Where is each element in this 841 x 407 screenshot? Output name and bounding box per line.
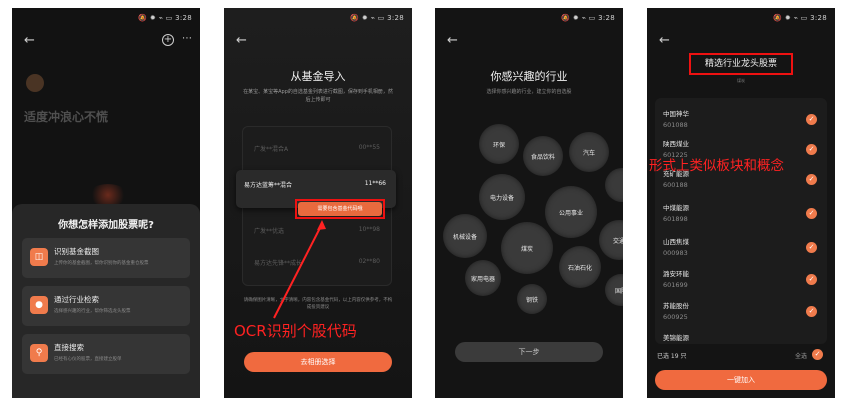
screen-add-stock: 🔕 ✹ ⌁ ▭ 3:28 ← + ⋯ 适度冲浪心不慌 你想怎样添加股票呢? ◫ … <box>12 8 200 398</box>
stock-list: 中国神华 601088 ✓ 陕西煤业 601225 ✓ 充矿能源 600188 … <box>655 98 827 344</box>
list-item[interactable]: 中煤能源 601898 ✓ <box>663 202 823 228</box>
select-all-check-icon[interactable]: ✓ <box>812 349 823 360</box>
back-arrow-icon[interactable]: ← <box>659 34 670 47</box>
page-title: 精选行业龙头股票 <box>689 53 793 75</box>
next-step-button[interactable]: 下一步 <box>455 342 603 362</box>
stock-name: 中煤能源 <box>663 204 689 212</box>
motto-text: 适度冲浪心不慌 <box>24 110 109 124</box>
option-desc: 已经有心仪的股票，直接建立股单 <box>54 357 122 362</box>
industry-bubble[interactable]: 家用电器 <box>465 260 501 296</box>
stock-code: 601898 <box>663 215 688 223</box>
sheet-title: 你想怎样添加股票呢? <box>58 220 154 231</box>
option-title: 识别基金截图 <box>54 247 99 256</box>
industry-bubble[interactable]: 公用事业 <box>545 186 597 238</box>
option-desc: 选择感兴趣的行业，帮你筛选龙头股票 <box>54 309 131 314</box>
list-item[interactable]: 中国神华 601088 ✓ <box>663 108 823 134</box>
page-subtitle: 选择你感兴趣的行业，建立你的自选股 <box>486 89 572 95</box>
option-fund-screenshot[interactable]: ◫ 识别基金截图 上传你的基金截图，帮你识别你的基金重仓股票 <box>22 238 190 278</box>
status-bar: 🔕 ✹ ⌁ ▭ 3:28 <box>773 14 827 22</box>
screen-industry-select: 🔕 ✹ ⌁ ▭ 3:28 ← 你感兴趣的行业 选择你感兴趣的行业，建立你的自选股… <box>435 8 623 398</box>
stock-code: 600188 <box>663 181 688 189</box>
choose-from-album-button[interactable]: 去相册选择 <box>244 352 392 372</box>
annotation-sector-label: 形式上类似板块和概念 <box>649 158 784 174</box>
list-item[interactable]: 山西焦煤 000983 ✓ <box>663 236 823 262</box>
check-icon[interactable]: ✓ <box>806 306 817 317</box>
industry-bubble-partial[interactable] <box>605 168 623 202</box>
back-arrow-icon[interactable]: ← <box>24 34 35 47</box>
industry-bubble[interactable]: 石油石化 <box>559 246 601 288</box>
select-all-label: 全选 <box>794 353 807 360</box>
list-item[interactable]: 苏能股份 600925 ✓ <box>663 300 823 326</box>
industry-bubble[interactable]: 国防 <box>605 274 623 306</box>
add-circle-icon[interactable]: + <box>162 34 174 46</box>
industry-bubble[interactable]: 交通 <box>599 220 623 260</box>
status-bar: 🔕 ✹ ⌁ ▭ 3:28 <box>561 14 615 22</box>
industry-icon: ● <box>30 296 48 314</box>
industry-bubble[interactable]: 机械设备 <box>443 214 487 258</box>
industry-bubble[interactable]: 煤炭 <box>501 222 553 274</box>
industry-bubble[interactable]: 食品饮料 <box>523 136 563 176</box>
industry-bubble[interactable]: 钢铁 <box>517 284 547 314</box>
check-icon[interactable]: ✓ <box>806 208 817 219</box>
option-desc: 上传你的基金截图，帮你识别你的基金重仓股票 <box>54 261 149 266</box>
annotation-ocr-label: OCR识别个股代码 <box>234 322 357 340</box>
stock-code: 601699 <box>663 281 688 289</box>
search-icon: ⚲ <box>30 344 48 362</box>
stock-name: 陕西煤业 <box>663 140 689 148</box>
industry-caption: 煤炭 <box>737 78 745 83</box>
status-bar: 🔕 ✹ ⌁ ▭ 3:28 <box>138 14 192 22</box>
stock-name: 山西焦煤 <box>663 238 689 246</box>
check-icon[interactable]: ✓ <box>806 144 817 155</box>
selection-footer: 已选 19 只 全选 ✓ <box>655 348 827 362</box>
stock-name: 中国神华 <box>663 110 689 118</box>
check-icon[interactable]: ✓ <box>806 274 817 285</box>
stock-name: 苏能股份 <box>663 302 689 310</box>
list-item[interactable]: 潞安环能 601699 ✓ <box>663 268 823 294</box>
stock-code: 601088 <box>663 121 688 129</box>
stock-code: 000983 <box>663 249 688 257</box>
check-icon[interactable]: ✓ <box>806 174 817 185</box>
selected-count: 已选 19 只 <box>657 353 687 360</box>
stock-name: 潞安环能 <box>663 270 689 278</box>
stock-name: 美锦能源 <box>663 334 689 342</box>
option-title: 通过行业检索 <box>54 295 99 304</box>
stock-code: 600925 <box>663 313 688 321</box>
back-arrow-icon[interactable]: ← <box>447 34 458 47</box>
fund-screenshot-icon: ◫ <box>30 248 48 266</box>
option-direct-search[interactable]: ⚲ 直接搜索 已经有心仪的股票，直接建立股单 <box>22 334 190 374</box>
page-title: 你感兴趣的行业 <box>490 70 568 83</box>
industry-bubble[interactable]: 电力设备 <box>479 174 525 220</box>
add-all-button[interactable]: 一键加入 <box>655 370 827 390</box>
check-icon[interactable]: ✓ <box>806 242 817 253</box>
option-industry-search[interactable]: ● 通过行业检索 选择感兴趣的行业，帮你筛选龙头股票 <box>22 286 190 326</box>
screen-top-stocks: 🔕 ✹ ⌁ ▭ 3:28 ← 精选行业龙头股票 煤炭 中国神华 601088 ✓… <box>647 8 835 398</box>
logo-icon <box>26 74 44 92</box>
industry-bubble[interactable]: 环保 <box>479 124 519 164</box>
industry-bubble[interactable]: 汽车 <box>569 132 609 172</box>
background-illustration <box>88 184 128 206</box>
more-icon[interactable]: ⋯ <box>182 33 192 44</box>
list-item[interactable]: 美锦能源 <box>663 332 823 344</box>
screen-fund-import: 🔕 ✹ ⌁ ▭ 3:28 ← 从基金导入 在某宝、某宝等App的自选基金列表进行… <box>224 8 412 398</box>
option-title: 直接搜索 <box>54 343 84 352</box>
check-icon[interactable]: ✓ <box>806 114 817 125</box>
add-stock-sheet: 你想怎样添加股票呢? ◫ 识别基金截图 上传你的基金截图，帮你识别你的基金重仓股… <box>12 204 200 398</box>
